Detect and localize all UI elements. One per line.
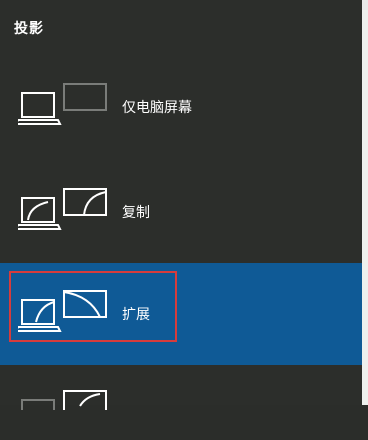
option-label: 仅电脑屏幕 <box>122 100 192 116</box>
panel-title: 投影 <box>14 21 44 37</box>
option-label: 复制 <box>122 205 150 221</box>
option-second-screen-only[interactable] <box>0 366 362 410</box>
option-duplicate[interactable]: 复制 <box>0 161 362 263</box>
background-strip <box>362 0 368 10</box>
option-pc-screen-only[interactable]: 仅电脑屏幕 <box>0 56 362 158</box>
background-edge <box>362 0 368 405</box>
second-screen-only-icon <box>18 390 108 440</box>
project-panel: 投影 仅电脑屏幕 复制 扩展 <box>0 0 362 410</box>
red-highlight-box <box>9 271 177 342</box>
duplicate-icon <box>18 188 108 238</box>
pc-screen-only-icon <box>18 83 108 133</box>
